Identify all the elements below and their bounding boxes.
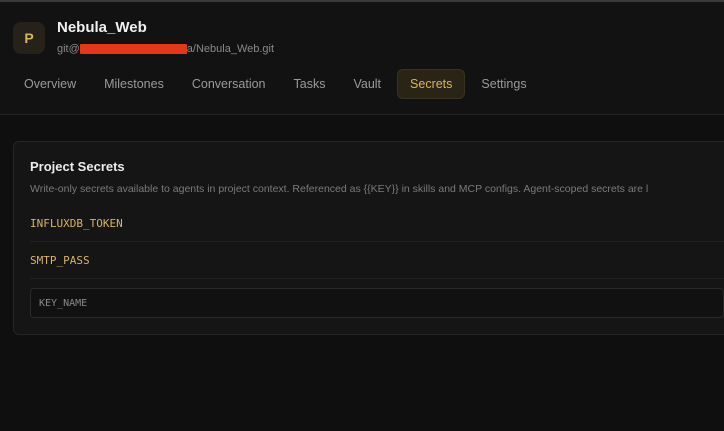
- secret-key-label: SMTP_PASS: [30, 254, 90, 267]
- secret-row[interactable]: INFLUXDB_TOKEN: [30, 206, 724, 242]
- project-header: P Nebula_Web git@ a/Nebula_Web.git Overvi…: [0, 2, 724, 115]
- project-page: P Nebula_Web git@ a/Nebula_Web.git Overvi…: [0, 0, 724, 431]
- secret-key-label: INFLUXDB_TOKEN: [30, 217, 123, 230]
- repo-url-suffix: a/Nebula_Web.git: [186, 43, 275, 55]
- tab-overview[interactable]: Overview: [12, 69, 88, 99]
- tab-conversation[interactable]: Conversation: [180, 69, 278, 99]
- project-avatar: P: [13, 22, 45, 54]
- key-name-input[interactable]: [30, 288, 724, 318]
- tab-vault[interactable]: Vault: [341, 69, 393, 99]
- tab-settings[interactable]: Settings: [469, 69, 538, 99]
- secret-row[interactable]: SMTP_PASS: [30, 243, 724, 279]
- card-description: Write-only secrets available to agents i…: [30, 183, 649, 195]
- project-tabs: Overview Milestones Conversation Tasks V…: [12, 69, 543, 99]
- card-title: Project Secrets: [30, 159, 125, 174]
- project-title: Nebula_Web: [57, 19, 147, 36]
- tab-tasks[interactable]: Tasks: [282, 69, 338, 99]
- tab-milestones[interactable]: Milestones: [92, 69, 176, 99]
- repo-url-prefix: git@: [57, 43, 80, 55]
- tab-secrets[interactable]: Secrets: [397, 69, 466, 99]
- project-secrets-card: Project Secrets Write-only secrets avail…: [13, 141, 724, 335]
- redaction-mark: [79, 44, 187, 54]
- repo-url: git@ a/Nebula_Web.git: [57, 42, 274, 56]
